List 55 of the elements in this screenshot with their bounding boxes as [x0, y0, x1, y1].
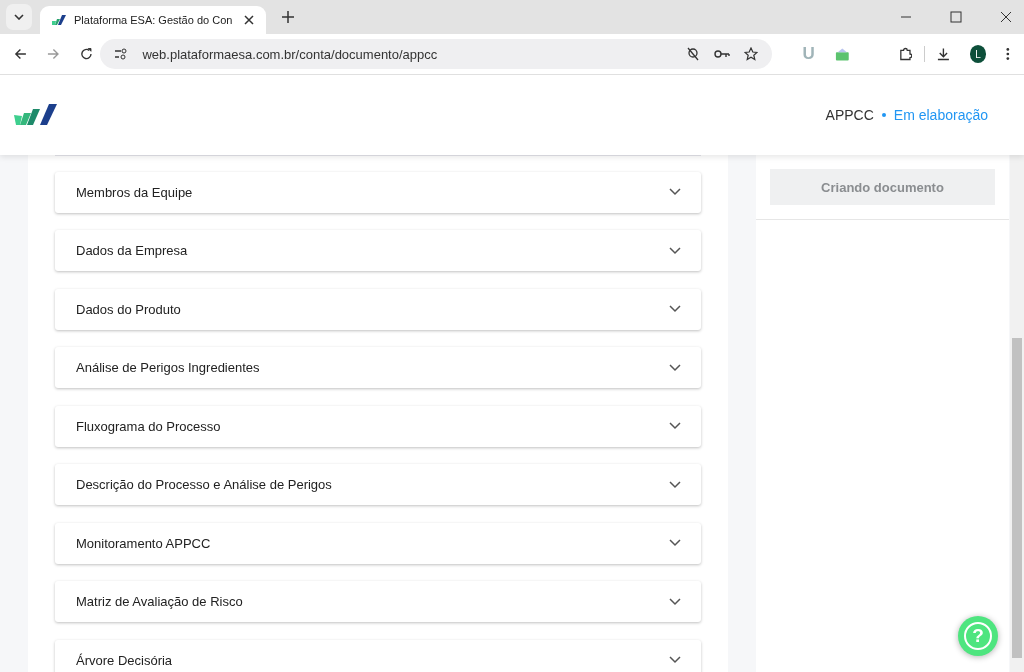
section-title: Membros da Equipe — [76, 184, 193, 200]
scrollbar-thumb[interactable] — [1012, 338, 1022, 658]
tab-search-button[interactable] — [6, 4, 32, 30]
url-text: web.plataformaesa.com.br/conta/documento/appcc — [142, 46, 438, 62]
section-title: Dados da Empresa — [76, 243, 188, 258]
address-bar[interactable]: web.plataformaesa.com.br/conta/documento/appcc — [100, 39, 773, 69]
new-tab-icon[interactable] — [282, 11, 294, 23]
maximize-icon[interactable] — [950, 11, 962, 23]
status-label: Em elaboração — [893, 107, 988, 123]
accordion-section[interactable]: Dados do Produto — [55, 288, 701, 330]
close-icon[interactable] — [244, 15, 254, 25]
section-title: Descrição do Processo e Análise de Perigos — [76, 477, 332, 492]
star-icon[interactable] — [744, 47, 759, 61]
accordion-section[interactable]: Árvore Decisória — [55, 639, 701, 672]
logo-icon — [52, 15, 66, 25]
logo-icon — [14, 104, 58, 126]
reload-icon[interactable] — [79, 47, 93, 61]
section-title: Matriz de Avaliação de Risco — [76, 594, 243, 609]
accordion-section[interactable]: Monitoramento APPCC — [55, 522, 701, 564]
close-icon[interactable] — [1000, 11, 1012, 23]
tab-title: Plataforma ESA: Gestão do Con — [74, 14, 234, 26]
accordion-section[interactable]: Descrição do Processo e Análise de Perigos — [55, 464, 701, 505]
menu-icon[interactable] — [1006, 47, 1011, 61]
site-settings-icon[interactable] — [114, 48, 129, 60]
document-type: APPCC — [825, 107, 874, 123]
key-icon[interactable] — [714, 49, 731, 59]
section-title: Árvore Decisória — [76, 652, 173, 668]
accordion-section[interactable]: Membros da Equipe — [55, 171, 701, 213]
chevron-icon — [669, 363, 681, 372]
chevron-icon — [669, 188, 681, 196]
forward-icon[interactable] — [46, 47, 60, 61]
download-icon[interactable] — [937, 47, 950, 61]
section-title: Dados do Produto — [76, 301, 181, 317]
scrollbar[interactable] — [1010, 155, 1024, 672]
accordion-section[interactable]: Dados da Empresa — [55, 230, 701, 271]
section-title: Monitoramento APPCC — [76, 535, 211, 551]
chevron-icon — [669, 539, 681, 547]
chevron-icon — [669, 422, 681, 430]
chevron-icon — [14, 14, 24, 20]
section-title: Fluxograma do Processo — [76, 418, 221, 434]
profile-avatar[interactable]: L — [969, 45, 987, 63]
chevron-icon — [669, 305, 681, 313]
eye-off-icon[interactable] — [686, 47, 701, 61]
chevron-icon — [669, 246, 681, 255]
puzzle-icon[interactable] — [899, 47, 913, 61]
dot-icon — [881, 113, 886, 117]
accordion-section[interactable]: Matriz de Avaliação de Risco — [55, 581, 701, 622]
chevron-icon — [669, 597, 681, 606]
browser-tab[interactable]: Plataforma ESA: Gestão do Con — [40, 6, 266, 34]
back-icon[interactable] — [14, 47, 27, 61]
accordion-section[interactable]: Análise de Perigos Ingredientes — [55, 347, 701, 388]
chevron-icon — [669, 656, 681, 664]
section-title: Análise de Perigos Ingredientes — [76, 360, 260, 375]
accordion-section[interactable]: Fluxograma do Processo — [55, 405, 701, 447]
chevron-icon — [669, 480, 681, 489]
